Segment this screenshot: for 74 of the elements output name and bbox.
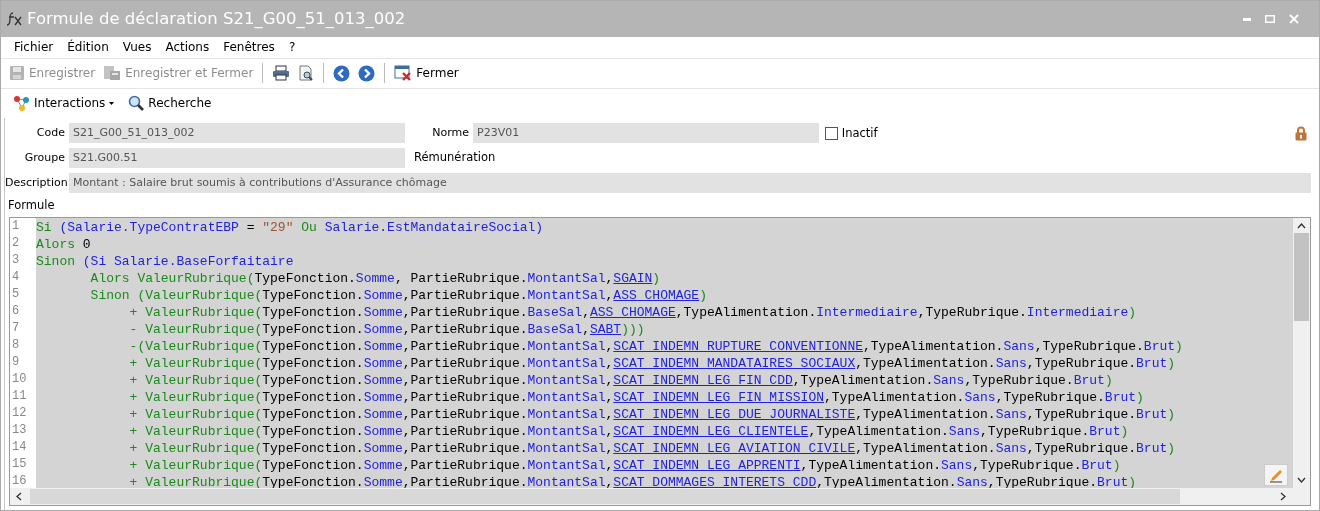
formula-icon <box>7 12 23 26</box>
field-label: Description <box>5 174 69 191</box>
code-line: + ValeurRubrique(TypeFonction.Somme,PartieRubrique.BaseSal,ASS_CHOMAGE,TypeAlimentation.Intermediaire,TypeRubrique.Intermediaire) <box>128 303 1137 321</box>
code-line: Alors 0 <box>36 235 91 253</box>
group-name: Rémunération <box>414 149 496 167</box>
padlock-icon <box>1295 125 1307 141</box>
pencil-icon <box>1268 467 1284 484</box>
code-line: + ValeurRubrique(TypeFonction.Somme,PartieRubrique.MontantSal,SCAT_INDEMN_LEG_FIN_MISSION,TypeAlimentation.Sans,TypeRubrique.Brut) <box>128 388 1144 406</box>
line-number: 13 <box>11 421 28 439</box>
close-window-icon <box>394 65 413 82</box>
save-icon <box>9 65 25 82</box>
print-preview-icon <box>298 65 315 82</box>
code-line: Sinon (ValeurRubrique(TypeFonction.Somme,PartieRubrique.MontantSal,ASS_CHOMAGE) <box>89 286 707 304</box>
code-line: + ValeurRubrique(TypeFonction.Somme,PartieRubrique.MontantSal,SCAT_DOMMAGES_INTERETS_CDD,TypeAlimentation.Sans,TypeRubrique.Brut) <box>128 473 1137 489</box>
menu-item[interactable]: Vues <box>115 38 159 57</box>
field-label: Groupe <box>23 149 66 166</box>
horizontal-scrollbar[interactable] <box>10 488 1310 506</box>
line-number: 8 <box>11 336 21 354</box>
line-number: 1 <box>11 217 21 235</box>
code-line: + ValeurRubrique(TypeFonction.Somme,PartieRubrique.MontantSal,SCAT_INDEMN_MANDATAIRES_SOCIAUX,TypeAlimentation.Sans,TypeRubrique.Brut) <box>128 354 1176 372</box>
printer-icon <box>272 65 291 82</box>
scroll-up-icon[interactable] <box>1297 222 1306 229</box>
groupe-field[interactable]: S21.G00.51 <box>69 148 405 169</box>
scrollbar-thumb[interactable] <box>1294 232 1309 321</box>
code-line: + ValeurRubrique(TypeFonction.Somme,PartieRubrique.MontantSal,SCAT_INDEMN_LEG_DUE_JOURNALISTE,TypeAlimentation.Sans,TypeRubrique.Brut) <box>128 405 1176 423</box>
menu-item[interactable]: Fenêtres <box>216 38 282 57</box>
save-close-icon <box>103 65 122 82</box>
code-line: + ValeurRubrique(TypeFonction.Somme,PartieRubrique.MontantSal,SCAT_INDEMN_LEG_CLIENTELE,TypeAlimentation.Sans,TypeRubrique.Brut) <box>128 422 1129 440</box>
scroll-down-icon[interactable] <box>1297 477 1306 484</box>
line-number: 9 <box>11 353 21 371</box>
edit-button[interactable] <box>1264 464 1288 487</box>
field-label: Norme <box>431 125 470 141</box>
vertical-scrollbar[interactable] <box>1293 217 1310 489</box>
code-editor[interactable] <box>36 217 1293 489</box>
code-line: + ValeurRubrique(TypeFonction.Somme,PartieRubrique.MontantSal,SCAT_INDEMN_LEG_APPRENTI,TypeAlimentation.Sans,TypeRubrique.Brut) <box>128 456 1121 474</box>
line-number: 15 <box>11 455 28 473</box>
norme-field[interactable]: P23V01 <box>473 123 819 144</box>
close-button[interactable]: Fermer <box>392 63 461 84</box>
line-number: 2 <box>11 234 21 252</box>
code-line: Si (Salarie.TypeContratEBP = "29" Ou Salarie.EstMandataireSocial) <box>36 218 544 236</box>
menu-item[interactable]: Édition <box>60 38 116 57</box>
search-icon <box>128 95 145 112</box>
scroll-right-icon[interactable] <box>1280 492 1286 502</box>
line-number: 6 <box>11 302 21 320</box>
menu-item[interactable]: Fichier <box>7 38 61 57</box>
line-number: 10 <box>11 370 28 388</box>
menu-item[interactable]: Actions <box>158 38 217 57</box>
code-line: + ValeurRubrique(TypeFonction.Somme,PartieRubrique.MontantSal,SCAT_INDEMN_LEG_FIN_CDD,TypeAlimentation.Sans,TypeRubrique.Brut) <box>128 371 1113 389</box>
line-number: 12 <box>11 404 28 422</box>
line-number: 11 <box>11 387 28 405</box>
line-number: 16 <box>11 472 28 490</box>
code-line: -(ValeurRubrique(TypeFonction.Somme,PartieRubrique.MontantSal,SCAT_INDEMN_RUPTURE_CONVENTIONNE,TypeAlimentation.Sans,TypeRubrique.Brut) <box>128 337 1183 355</box>
search-button[interactable]: Recherche <box>126 93 214 114</box>
inactif-checkbox[interactable]: Inactif <box>824 124 878 142</box>
line-number: 14 <box>11 438 28 456</box>
window-title: Formule de déclaration S21_G00_51_013_002 <box>27 7 406 30</box>
code-field[interactable]: S21_G00_51_013_002 <box>69 123 405 144</box>
scroll-left-icon[interactable] <box>16 492 22 502</box>
menu-item[interactable]: ? <box>281 38 303 57</box>
interactions-dropdown[interactable]: Interactions <box>11 93 117 114</box>
caret-icon <box>109 101 115 105</box>
code-line: Alors ValeurRubrique(TypeFonction.Somme, PartieRubrique.MontantSal,SGAIN) <box>89 269 661 287</box>
connected-dots-icon <box>13 95 30 112</box>
line-number: 4 <box>11 268 21 286</box>
code-line: Sinon (Si Salarie.BaseForfaitaire <box>36 252 294 270</box>
field-label: Code <box>35 125 66 141</box>
scrollbar-thumb[interactable] <box>30 489 1180 505</box>
line-number: 5 <box>11 285 21 303</box>
code-line: - ValeurRubrique(TypeFonction.Somme,PartieRubrique.BaseSal,SABT))) <box>128 320 645 338</box>
code-line: + ValeurRubrique(TypeFonction.Somme,PartieRubrique.MontantSal,SCAT_INDEMN_LEG_AVIATION_CIVILE,TypeAlimentation.Sans,TypeRubrique.Brut) <box>128 439 1176 457</box>
description-field[interactable]: Montant : Salaire brut soumis à contributions d'Assurance chômage <box>69 172 1311 193</box>
line-number: 7 <box>11 319 21 337</box>
field-label: Formule <box>7 197 55 215</box>
line-number: 3 <box>11 251 21 269</box>
